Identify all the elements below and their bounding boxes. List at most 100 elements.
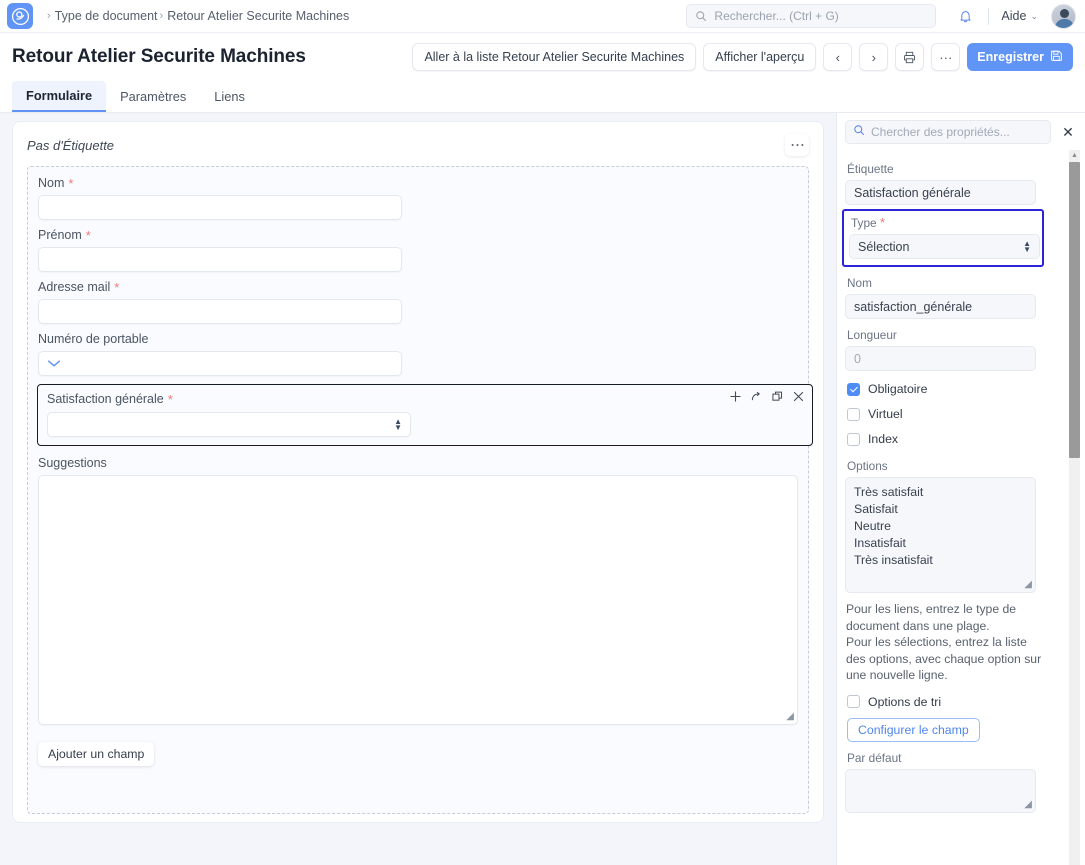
property-input-etiquette[interactable]: Satisfaction générale	[845, 180, 1036, 205]
field-label-satisfaction-generale-text: Satisfaction générale	[47, 392, 164, 406]
property-label-longueur: Longueur	[847, 328, 1075, 342]
printer-icon[interactable]	[895, 43, 924, 71]
property-checkbox-options-de-tri[interactable]: Options de tri	[847, 695, 1075, 709]
property-input-longueur[interactable]: 0	[845, 346, 1036, 371]
navbar-right-group: Rechercher... (Ctrl + G) Aide ⌄	[686, 4, 1085, 29]
property-textarea-par-defaut[interactable]: ◢	[845, 769, 1036, 813]
chevron-down-icon[interactable]	[47, 357, 61, 370]
field-input-numero-portable[interactable]	[38, 351, 402, 376]
next-record-button[interactable]: ›	[859, 43, 888, 71]
property-label-options: Options	[847, 459, 1075, 473]
properties-panel: Chercher des propriétés... ✕ Étiquette S…	[836, 113, 1085, 865]
field-label-adresse-mail: Adresse mail *	[38, 280, 798, 294]
duplicate-field-icon[interactable]	[772, 391, 783, 402]
checkbox-obligatoire-box[interactable]	[847, 383, 860, 396]
field-label-suggestions-text: Suggestions	[38, 456, 107, 470]
field-input-adresse-mail[interactable]	[38, 299, 402, 324]
selected-field-toolbar	[730, 391, 804, 402]
form-field-adresse-mail[interactable]: Adresse mail *	[38, 280, 798, 324]
resize-grip-icon[interactable]: ◢	[786, 712, 794, 722]
add-field-icon[interactable]	[730, 391, 741, 402]
page-header-actions: Aller à la liste Retour Atelier Securite…	[412, 43, 1073, 71]
global-search-placeholder: Rechercher... (Ctrl + G)	[714, 9, 838, 23]
search-icon	[853, 123, 865, 141]
more-options-button[interactable]: ···	[931, 43, 960, 71]
help-menu[interactable]: Aide ⌄	[1001, 9, 1038, 23]
field-input-satisfaction-generale[interactable]: ▲▼	[47, 412, 411, 437]
move-field-icon[interactable]	[751, 391, 762, 402]
fields-dropzone: Nom * Prénom * Adresse mail	[27, 166, 809, 814]
form-field-satisfaction-generale[interactable]: Satisfaction générale *	[37, 384, 813, 446]
breadcrumb-separator-1: ›	[160, 10, 164, 22]
field-label-prenom-text: Prénom	[38, 228, 82, 242]
add-field-button[interactable]: Ajouter un champ	[38, 742, 154, 766]
preview-button[interactable]: Afficher l'aperçu	[703, 43, 816, 71]
field-label-numero-portable-text: Numéro de portable	[38, 332, 148, 346]
remove-field-icon[interactable]	[793, 391, 804, 402]
form-field-numero-portable[interactable]: Numéro de portable	[38, 332, 798, 376]
checkbox-index-box[interactable]	[847, 433, 860, 446]
more-horizontal-icon[interactable]	[785, 134, 809, 156]
resize-grip-icon[interactable]: ◢	[1024, 580, 1032, 590]
page-header: Retour Atelier Securite Machines Aller à…	[0, 33, 1085, 81]
breadcrumb-item-type-de-document[interactable]: Type de document	[55, 9, 158, 23]
chevron-down-icon: ⌄	[1030, 11, 1038, 22]
checkbox-options-de-tri-box[interactable]	[847, 695, 860, 708]
property-textarea-options[interactable]: Très satisfait Satisfait Neutre Insatisf…	[845, 477, 1036, 593]
required-asterisk: *	[114, 281, 119, 294]
select-spinner-icon[interactable]: ▲▼	[394, 419, 402, 431]
field-label-satisfaction-generale: Satisfaction générale *	[47, 392, 803, 406]
property-input-nom[interactable]: satisfaction_générale	[845, 294, 1036, 319]
field-input-suggestions[interactable]: ◢	[38, 475, 798, 725]
navbar-divider	[988, 8, 989, 25]
property-label-type: Type *	[851, 216, 1037, 230]
field-label-prenom: Prénom *	[38, 228, 798, 242]
scrollbar-thumb[interactable]	[1069, 162, 1080, 458]
checkbox-options-de-tri-label: Options de tri	[868, 695, 941, 709]
section-label: Pas d'Étiquette	[27, 138, 114, 153]
close-icon[interactable]: ✕	[1057, 121, 1079, 143]
tab-formulaire[interactable]: Formulaire	[12, 81, 106, 112]
property-checkbox-obligatoire[interactable]: Obligatoire	[847, 382, 1075, 396]
checkbox-index-label: Index	[868, 432, 898, 446]
form-field-nom[interactable]: Nom *	[38, 176, 798, 220]
top-navbar: › Type de document › Retour Atelier Secu…	[0, 0, 1085, 33]
property-checkbox-virtuel[interactable]: Virtuel	[847, 407, 1075, 421]
tab-liens[interactable]: Liens	[200, 81, 259, 112]
page-body: Pas d'Étiquette Nom *	[0, 113, 1085, 865]
required-asterisk: *	[880, 215, 885, 230]
avatar[interactable]	[1051, 4, 1076, 29]
tab-parametres[interactable]: Paramètres	[106, 81, 200, 112]
field-label-numero-portable: Numéro de portable	[38, 332, 798, 346]
resize-grip-icon[interactable]: ◢	[1024, 800, 1032, 810]
field-label-adresse-mail-text: Adresse mail	[38, 280, 110, 294]
form-field-prenom[interactable]: Prénom *	[38, 228, 798, 272]
select-spinner-icon[interactable]: ▲▼	[1023, 241, 1031, 253]
app-logo-icon[interactable]	[7, 3, 33, 29]
configure-field-button[interactable]: Configurer le champ	[847, 718, 980, 742]
global-search-input[interactable]: Rechercher... (Ctrl + G)	[686, 4, 936, 28]
save-button[interactable]: Enregistrer	[967, 43, 1073, 71]
page-title: Retour Atelier Securite Machines	[12, 46, 306, 68]
properties-list: Étiquette Satisfaction générale Type * S…	[837, 150, 1085, 865]
notification-bell-icon[interactable]	[954, 5, 976, 27]
properties-search-input[interactable]: Chercher des propriétés...	[845, 120, 1051, 144]
save-button-label: Enregistrer	[977, 50, 1044, 64]
field-label-nom-text: Nom	[38, 176, 64, 190]
field-input-prenom[interactable]	[38, 247, 402, 272]
form-field-suggestions[interactable]: Suggestions ◢	[38, 456, 798, 725]
prev-record-button[interactable]: ‹	[823, 43, 852, 71]
properties-scrollbar[interactable]: ▲	[1069, 150, 1080, 865]
property-label-nom: Nom	[847, 276, 1075, 290]
save-disk-icon	[1050, 49, 1063, 65]
breadcrumb-item-current[interactable]: Retour Atelier Securite Machines	[167, 9, 349, 23]
property-select-type[interactable]: Sélection ▲▼	[849, 234, 1040, 259]
form-card: Pas d'Étiquette Nom *	[12, 121, 824, 823]
goto-list-button[interactable]: Aller à la liste Retour Atelier Securite…	[412, 43, 696, 71]
field-input-nom[interactable]	[38, 195, 402, 220]
help-menu-label: Aide	[1001, 9, 1026, 23]
tab-bar: Formulaire Paramètres Liens	[0, 81, 1085, 113]
property-checkbox-index[interactable]: Index	[847, 432, 1075, 446]
scroll-up-arrow-icon[interactable]: ▲	[1069, 150, 1080, 161]
checkbox-virtuel-box[interactable]	[847, 408, 860, 421]
